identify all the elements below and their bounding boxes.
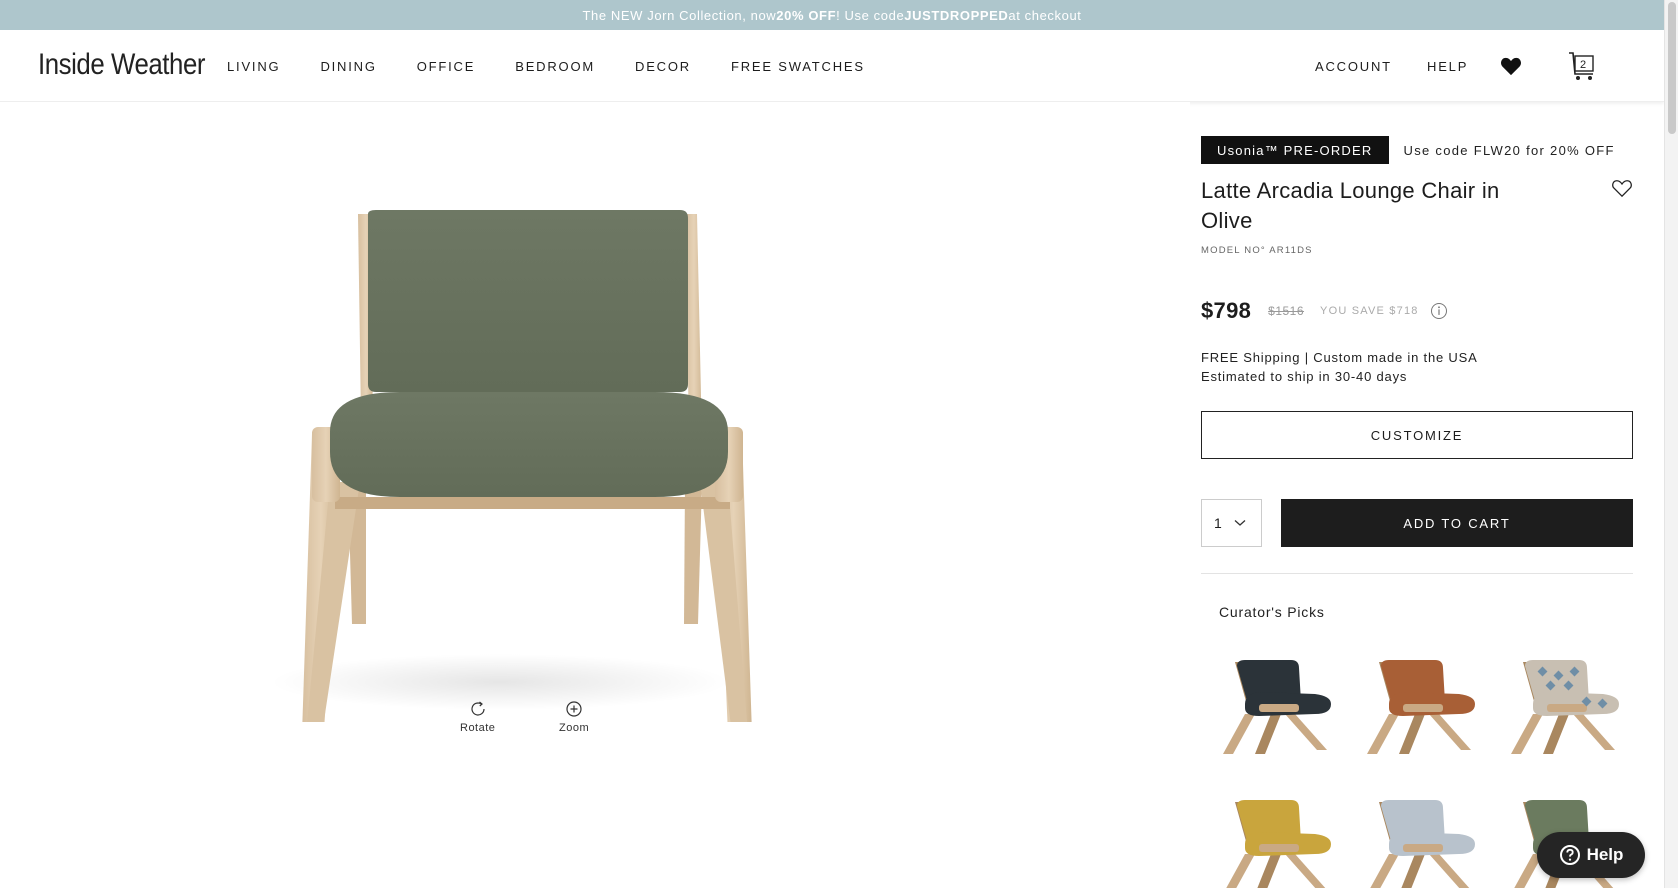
divider (1201, 573, 1633, 574)
promo-text-3: at checkout (1008, 7, 1082, 23)
page-scrollbar[interactable] (1664, 0, 1678, 888)
promo-text-1: The NEW Jorn Collection, now (582, 7, 777, 23)
price-row: $798 $1516 YOU SAVE $718 (1201, 298, 1448, 324)
rotate-label: Rotate (460, 722, 496, 734)
chair-thumbnail (1370, 800, 1475, 888)
original-price: $1516 (1268, 304, 1305, 318)
nav-decor[interactable]: DECOR (635, 59, 691, 74)
chair-thumbnail (1223, 660, 1331, 754)
scrollbar-thumb[interactable] (1668, 2, 1676, 134)
account-link[interactable]: ACCOUNT (1315, 30, 1392, 102)
chevron-down-icon (1234, 519, 1246, 527)
quantity-value: 1 (1214, 515, 1222, 531)
zoom-icon (566, 701, 582, 717)
main-nav: LIVING DINING OFFICE BEDROOM DECOR FREE … (227, 30, 905, 102)
savings-text: YOU SAVE $718 (1320, 305, 1419, 317)
quantity-select[interactable]: 1 (1201, 499, 1262, 547)
add-to-cart-button[interactable]: ADD TO CART (1281, 499, 1633, 547)
help-link[interactable]: HELP (1427, 30, 1468, 102)
shipping-line-2: Estimated to ship in 30-40 days (1201, 369, 1408, 384)
product-promo-code: Use code FLW20 for 20% OFF (1403, 142, 1615, 158)
price: $798 (1201, 298, 1252, 323)
zoom-button[interactable]: Zoom (559, 700, 589, 734)
pick-light-blue-chair[interactable] (1359, 782, 1483, 888)
shipping-info: FREE Shipping | Custom made in the USA E… (1201, 348, 1478, 386)
pick-mustard-chair[interactable] (1215, 782, 1339, 888)
nav-bedroom[interactable]: BEDROOM (515, 59, 595, 74)
promo-text-2: ! Use code (836, 7, 905, 23)
cart-count: 2 (1580, 59, 1588, 71)
help-label: Help (1586, 845, 1624, 864)
model-number: MODEL NO° AR11DS (1201, 245, 1313, 256)
site-logo[interactable]: Inside Weather (38, 48, 205, 82)
chair-thumbnail (1226, 800, 1331, 888)
zoom-label: Zoom (559, 722, 590, 734)
product-gallery: Rotate Zoom (0, 102, 1190, 888)
nav-office[interactable]: OFFICE (417, 59, 475, 74)
preorder-badge: Usonia™ PRE-ORDER (1201, 136, 1389, 164)
product-image-chair[interactable] (0, 102, 1190, 722)
promo-code: JUSTDROPPED (904, 7, 1009, 23)
pick-pattern-chair[interactable] (1503, 642, 1627, 766)
nav-dining[interactable]: DINING (320, 59, 376, 74)
chair-thumbnail (1367, 660, 1475, 754)
badge-row: Usonia™ PRE-ORDER Use code FLW20 for 20%… (1201, 136, 1615, 164)
promo-banner[interactable]: The NEW Jorn Collection, now 20% OFF! Us… (0, 0, 1664, 30)
curators-picks-title: Curator's Picks (1219, 604, 1325, 620)
pick-rust-chair[interactable] (1359, 642, 1483, 766)
shipping-line-1: FREE Shipping | Custom made in the USA (1201, 350, 1478, 365)
product-title: Latte Arcadia Lounge Chair in Olive (1201, 178, 1500, 233)
nav-living[interactable]: LIVING (227, 59, 280, 74)
favorite-heart-icon[interactable] (1611, 178, 1633, 203)
rotate-button[interactable]: Rotate (460, 700, 495, 734)
cart-icon[interactable]: 2 (1567, 30, 1597, 102)
promo-discount: 20% OFF (776, 7, 837, 23)
site-header: Inside Weather LIVING DINING OFFICE BEDR… (0, 30, 1664, 102)
info-icon[interactable] (1430, 302, 1448, 320)
nav-free-swatches[interactable]: FREE SWATCHES (731, 59, 865, 74)
question-icon (1559, 845, 1580, 865)
customize-button[interactable]: CUSTOMIZE (1201, 411, 1633, 459)
wishlist-heart-icon[interactable] (1500, 30, 1522, 102)
pick-charcoal-chair[interactable] (1215, 642, 1339, 766)
rotate-icon (471, 701, 485, 716)
chair-thumbnail (1511, 660, 1619, 754)
help-chat-button[interactable]: Help (1537, 832, 1645, 878)
